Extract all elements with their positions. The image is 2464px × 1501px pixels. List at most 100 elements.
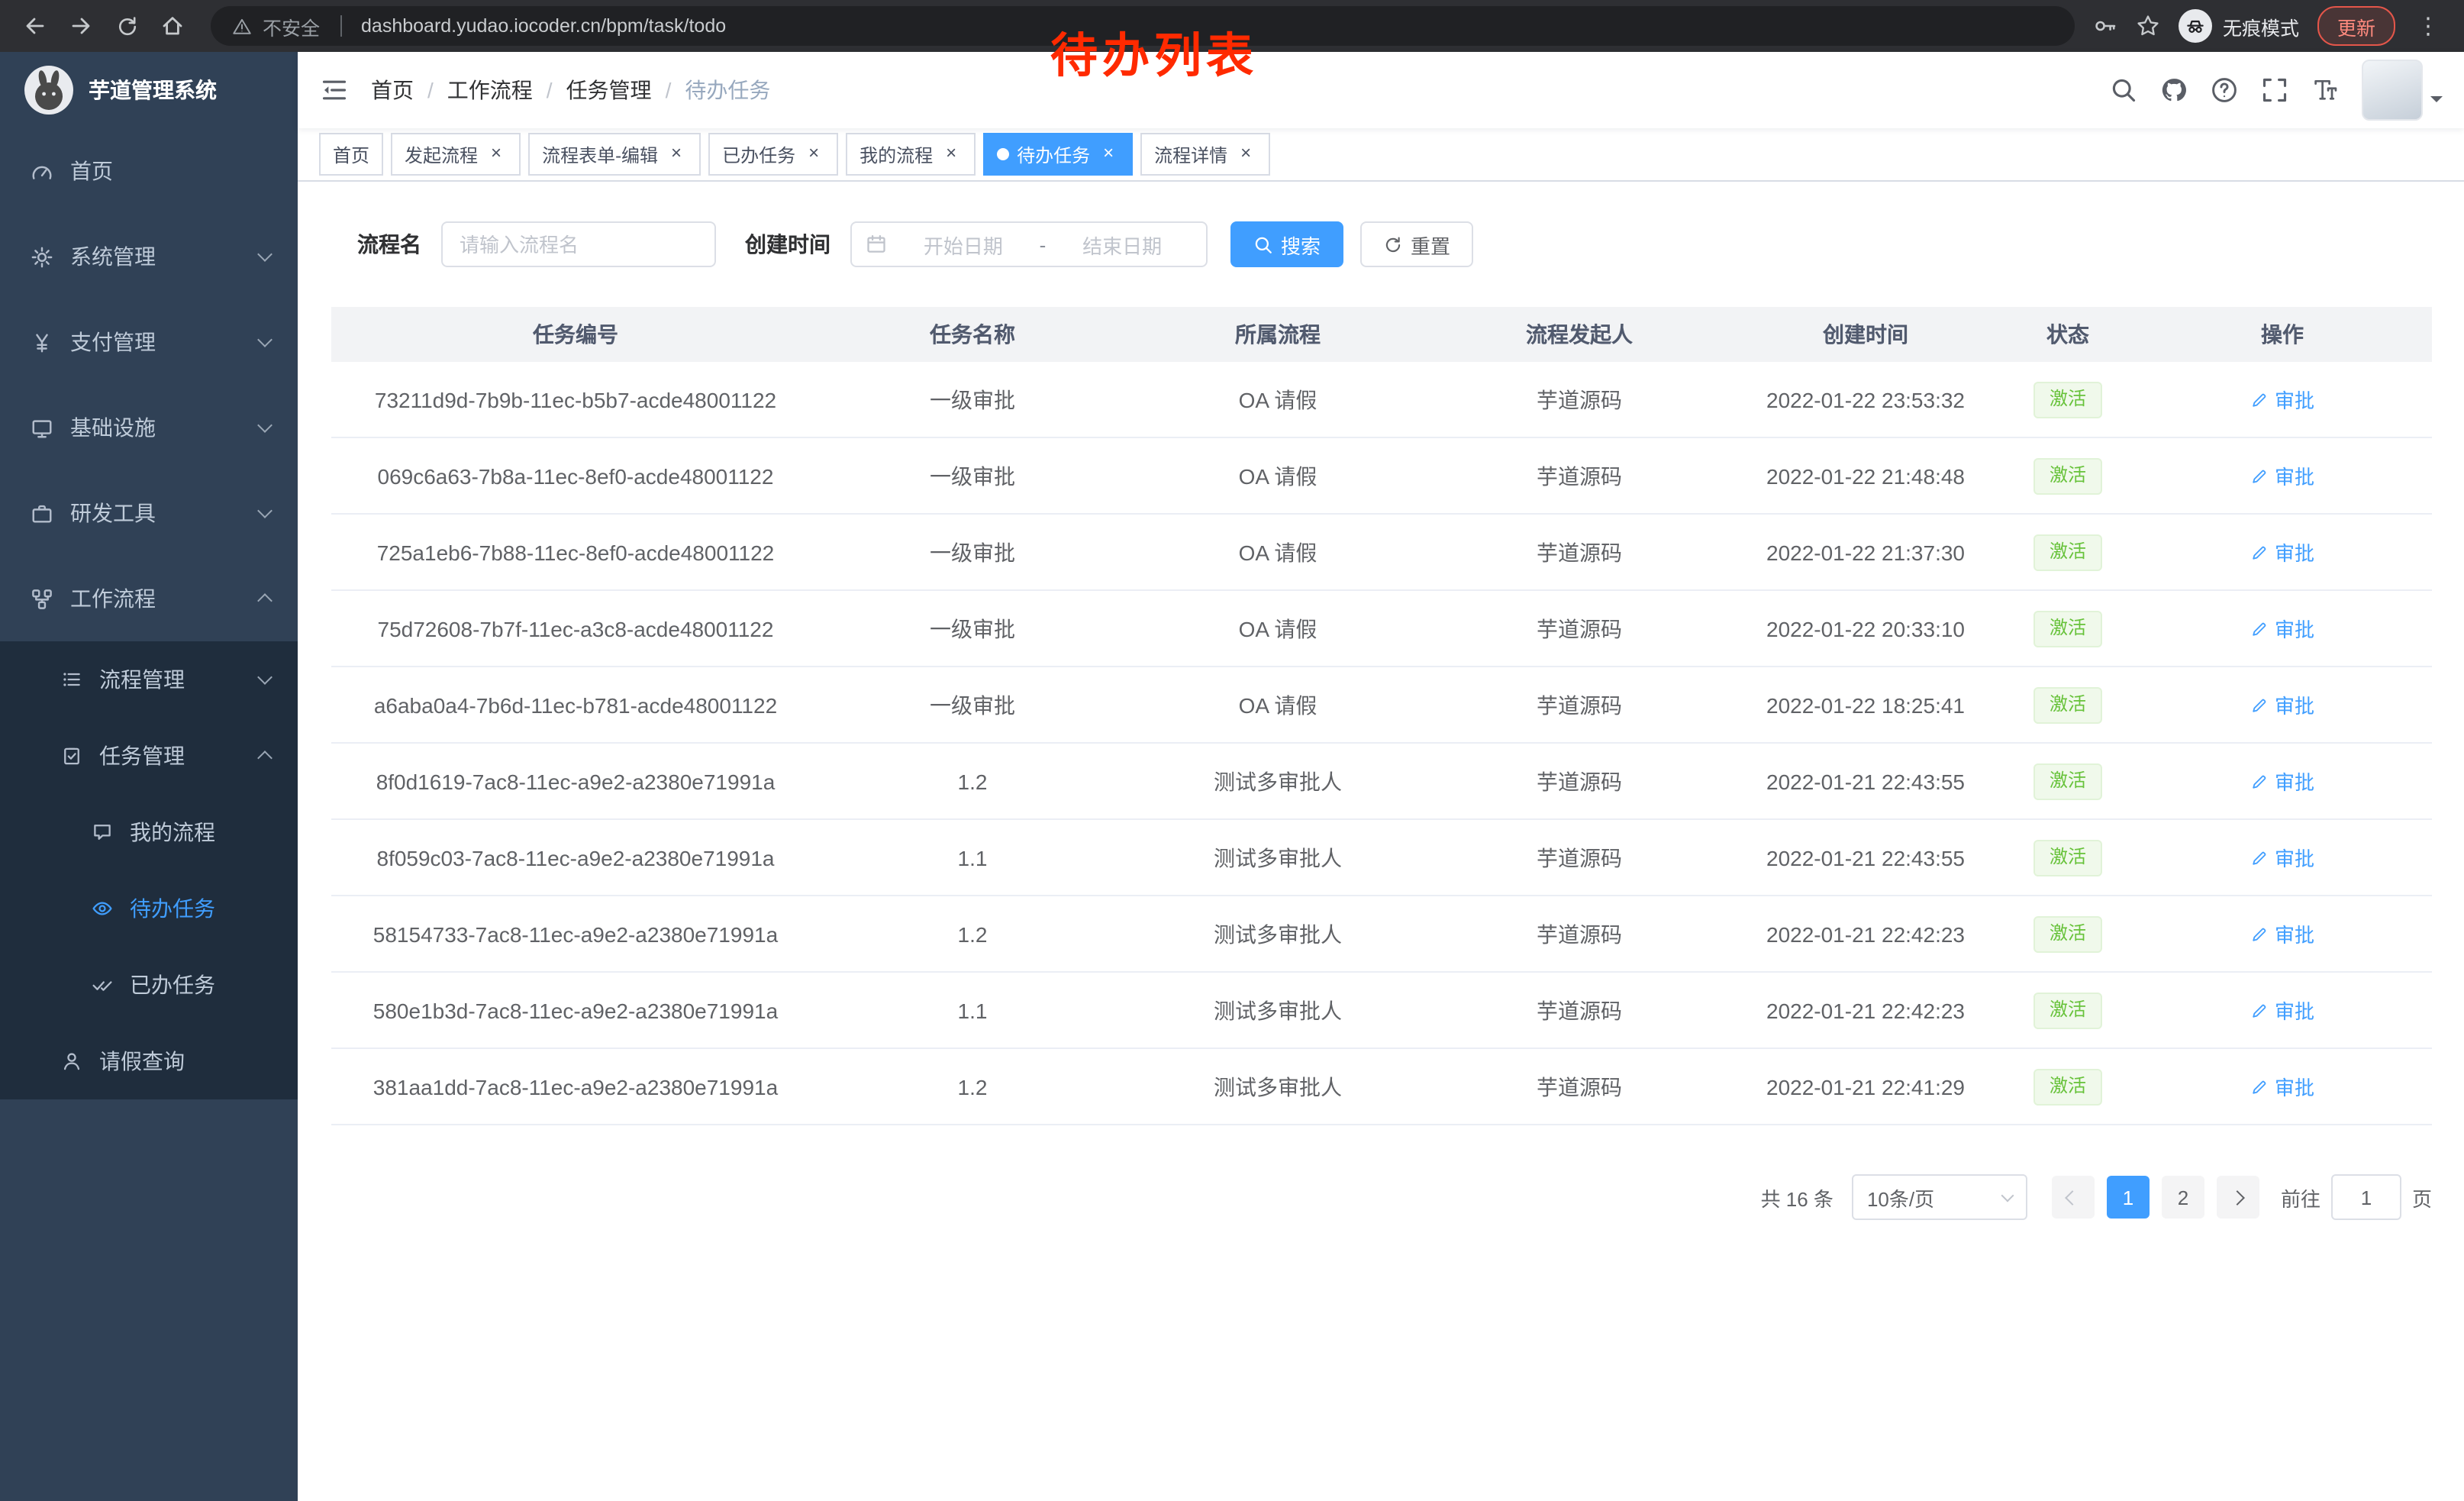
col-task-name: 任务名称 [820, 307, 1125, 362]
sidebar-item-my-process[interactable]: 我的流程 [0, 794, 298, 870]
sidebar-item-workflow[interactable]: 工作流程 [0, 556, 298, 641]
tab-my-process[interactable]: 我的流程 × [846, 133, 976, 176]
next-page-button[interactable] [2217, 1176, 2259, 1219]
approve-link[interactable]: 审批 [2250, 461, 2314, 490]
prev-page-button[interactable] [2052, 1176, 2095, 1219]
status-badge: 激活 [2034, 457, 2101, 494]
key-icon[interactable] [2093, 12, 2117, 40]
browser-menu-icon[interactable]: ⋮ [2414, 12, 2443, 40]
status-badge: 激活 [2034, 839, 2101, 876]
github-icon[interactable] [2160, 76, 2188, 104]
tab-form-edit[interactable]: 流程表单-编辑 × [528, 133, 701, 176]
cell-task-id: 8f0d1619-7ac8-11ec-a9e2-a2380e71991a [331, 743, 820, 819]
tab-home[interactable]: 首页 [319, 133, 383, 176]
breadcrumb-home[interactable]: 首页 [371, 75, 447, 105]
status-badge: 激活 [2034, 381, 2101, 418]
cell-create-time: 2022-01-21 22:43:55 [1728, 743, 2003, 819]
cell-task-id: 58154733-7ac8-11ec-a9e2-a2380e71991a [331, 896, 820, 972]
reset-button[interactable]: 重置 [1360, 221, 1473, 267]
table-row: 580e1b3d-7ac8-11ec-a9e2-a2380e71991a 1.1… [331, 972, 2432, 1048]
update-button[interactable]: 更新 [2317, 6, 2395, 46]
tab-start-process[interactable]: 发起流程 × [391, 133, 521, 176]
cell-process: 测试多审批人 [1125, 819, 1430, 896]
table-row: 75d72608-7b7f-11ec-a3c8-acde48001122 一级审… [331, 590, 2432, 667]
process-name-input[interactable] [441, 221, 716, 267]
bookmark-star-icon[interactable] [2136, 12, 2160, 40]
approve-link[interactable]: 审批 [2250, 919, 2314, 948]
sidebar-item-leave-query[interactable]: 请假查询 [0, 1023, 298, 1099]
avatar [2362, 60, 2423, 121]
date-range-picker[interactable]: 开始日期 - 结束日期 [850, 221, 1208, 267]
search-button[interactable]: 搜索 [1230, 221, 1343, 267]
page-button-2[interactable]: 2 [2162, 1176, 2204, 1219]
sidebar-item-process-mgmt[interactable]: 流程管理 [0, 641, 298, 718]
cell-create-time: 2022-01-22 23:53:32 [1728, 362, 2003, 437]
fullscreen-icon[interactable] [2261, 76, 2288, 104]
approve-link[interactable]: 审批 [2250, 843, 2314, 872]
sidebar-fold-icon[interactable] [298, 52, 371, 128]
pencil-icon [2250, 925, 2269, 943]
goto-page-input[interactable] [2331, 1174, 2401, 1220]
sidebar-item-home[interactable]: 首页 [0, 128, 298, 214]
cell-starter: 芋道源码 [1430, 514, 1728, 590]
approve-link[interactable]: 审批 [2250, 537, 2314, 567]
tab-done-task[interactable]: 已办任务 × [708, 133, 838, 176]
sidebar-item-payment[interactable]: 支付管理 [0, 299, 298, 385]
sidebar-item-infrastructure[interactable]: 基础设施 [0, 385, 298, 470]
dashboard-icon [31, 160, 53, 182]
approve-link[interactable]: 审批 [2250, 385, 2314, 414]
cell-task-name: 一级审批 [820, 590, 1125, 667]
breadcrumb-task-mgmt[interactable]: 任务管理 [566, 75, 685, 105]
approve-link[interactable]: 审批 [2250, 996, 2314, 1025]
chevron-up-icon [257, 750, 273, 766]
cell-starter: 芋道源码 [1430, 437, 1728, 514]
pencil-icon [2250, 696, 2269, 714]
search-icon[interactable] [2110, 76, 2137, 104]
sidebar-item-task-mgmt[interactable]: 任务管理 [0, 718, 298, 794]
close-icon[interactable]: × [1098, 144, 1119, 165]
page-unit-label: 页 [2412, 1183, 2432, 1212]
sidebar-item-done-task[interactable]: 已办任务 [0, 947, 298, 1023]
back-icon[interactable] [15, 6, 55, 46]
page-button-1[interactable]: 1 [2107, 1176, 2150, 1219]
sidebar-item-todo-task[interactable]: 待办任务 [0, 870, 298, 947]
cell-starter: 芋道源码 [1430, 972, 1728, 1048]
close-icon[interactable]: × [666, 144, 687, 165]
browser-actions: 无痕模式 更新 ⋮ [2093, 6, 2449, 46]
refresh-icon[interactable] [107, 6, 147, 46]
approve-link[interactable]: 审批 [2250, 1072, 2314, 1101]
cell-create-time: 2022-01-21 22:42:23 [1728, 896, 2003, 972]
pencil-icon [2250, 1001, 2269, 1019]
sidebar-item-system[interactable]: 系统管理 [0, 214, 298, 299]
home-icon[interactable] [153, 6, 192, 46]
close-icon[interactable]: × [803, 144, 824, 165]
table-row: 069c6a63-7b8a-11ec-8ef0-acde48001122 一级审… [331, 437, 2432, 514]
chevron-down-icon [2001, 1189, 2014, 1202]
cell-task-id: a6aba0a4-7b6d-11ec-b781-acde48001122 [331, 667, 820, 743]
sidebar-item-devtools[interactable]: 研发工具 [0, 470, 298, 556]
workflow-icon [31, 587, 53, 610]
pencil-icon [2250, 543, 2269, 561]
cell-process: OA 请假 [1125, 514, 1430, 590]
close-icon[interactable]: × [1235, 144, 1256, 165]
app-logo[interactable]: 芋道管理系统 [0, 52, 298, 128]
tab-process-detail[interactable]: 流程详情 × [1140, 133, 1270, 176]
approve-link[interactable]: 审批 [2250, 690, 2314, 719]
cell-task-name: 1.2 [820, 896, 1125, 972]
breadcrumb-workflow[interactable]: 工作流程 [447, 75, 566, 105]
page-size-select[interactable]: 10条/页 [1852, 1174, 2027, 1220]
close-icon[interactable]: × [940, 144, 962, 165]
cell-task-name: 一级审批 [820, 437, 1125, 514]
status-badge: 激活 [2034, 534, 2101, 570]
cell-create-time: 2022-01-21 22:41:29 [1728, 1048, 2003, 1125]
user-menu[interactable] [2362, 60, 2443, 121]
close-icon[interactable]: × [485, 144, 507, 165]
approve-link[interactable]: 审批 [2250, 767, 2314, 796]
annotation-todo-list: 待办列表 [1050, 17, 1258, 86]
approve-link[interactable]: 审批 [2250, 614, 2314, 643]
range-separator: - [1040, 233, 1047, 256]
font-size-icon[interactable] [2311, 76, 2339, 104]
forward-icon[interactable] [61, 6, 101, 46]
help-icon[interactable] [2211, 76, 2238, 104]
tab-todo-task[interactable]: 待办任务 × [983, 133, 1133, 176]
